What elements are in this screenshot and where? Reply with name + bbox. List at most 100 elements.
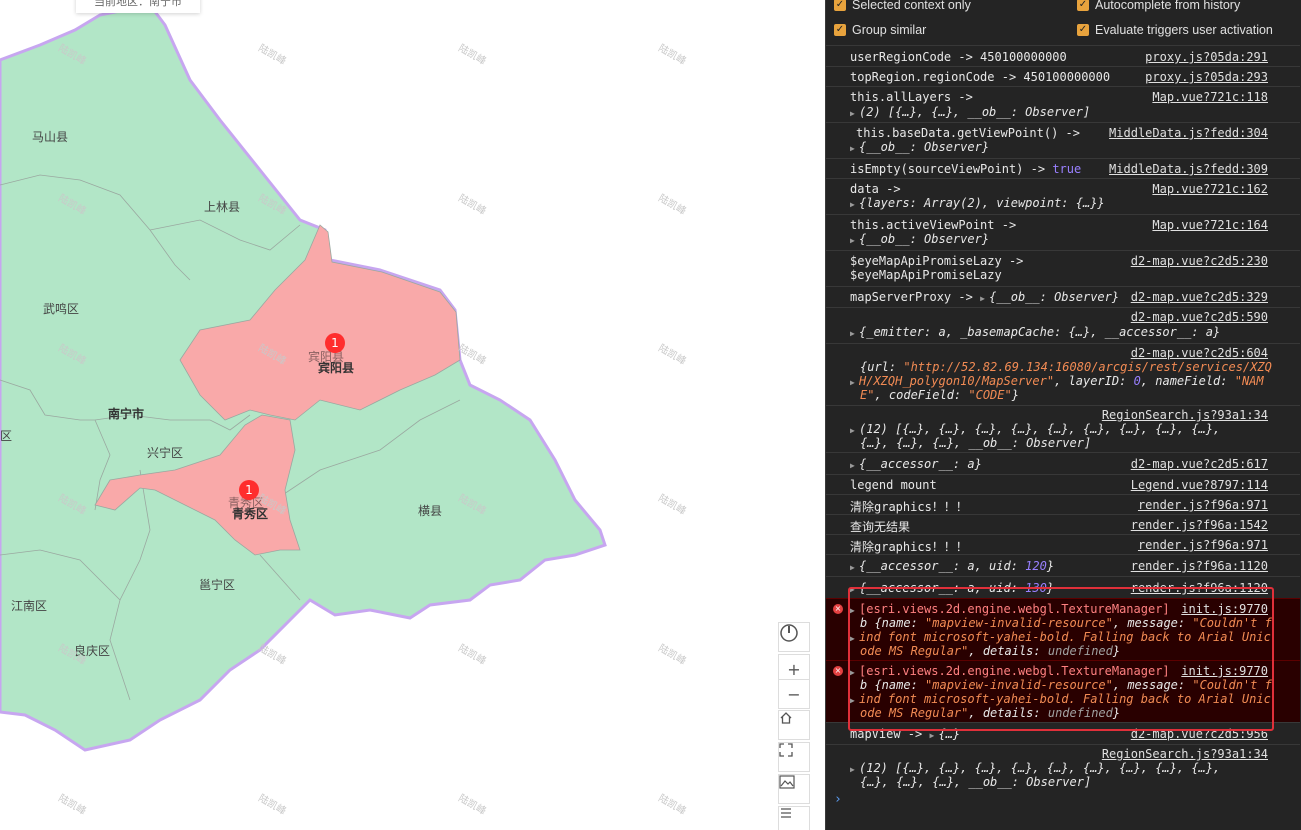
- source-link[interactable]: Map.vue?721c:162: [1152, 182, 1268, 196]
- expandable-object[interactable]: ▶ {__ob__: Observer}: [980, 290, 1119, 304]
- expandable-object[interactable]: ▶ {__ob__: Observer}: [850, 140, 989, 154]
- source-link[interactable]: MiddleData.js?fedd:309: [1109, 162, 1268, 176]
- autocomplete-option[interactable]: ✓ Autocomplete from history: [1077, 0, 1240, 12]
- expandable-object[interactable]: ▶ (2) [{…}, {…}, __ob__: Observer]: [850, 105, 1090, 119]
- source-link[interactable]: render.js?f96a:971: [1138, 538, 1268, 552]
- checkbox-checked-icon[interactable]: ✓: [834, 0, 846, 11]
- expandable-object[interactable]: ▶ [esri.views.2d.engine.webgl.TextureMana…: [850, 664, 1170, 678]
- console-message: 查询无结果 render.js?f96a:1542: [826, 514, 1300, 534]
- source-link[interactable]: d2-map.vue?c2d5:956: [1131, 727, 1268, 741]
- object-preview: (12) [{…}, {…}, {…}, {…}, {…}, {…}, {…},…: [859, 422, 1221, 436]
- expandable-object[interactable]: ▶ {…}: [929, 727, 960, 741]
- console-message: d2-map.vue?c2d5:590 ▶ {_emitter: a, _base…: [826, 307, 1300, 343]
- expandable-object[interactable]: ▶ ind font microsoft-yahei-bold. Falling …: [850, 630, 1271, 644]
- label-hengxian: 横县: [418, 504, 443, 518]
- expand-triangle-icon[interactable]: ▶: [850, 696, 859, 705]
- expand-triangle-icon[interactable]: ▶: [850, 765, 859, 774]
- checkbox-checked-icon[interactable]: ✓: [1077, 24, 1089, 36]
- expandable-object[interactable]: ▶ {_emitter: a, _basemapCache: {…}, __acc…: [850, 325, 1220, 339]
- source-link[interactable]: render.js?f96a:971: [1138, 498, 1268, 512]
- object-preview: {__accessor__: a}: [859, 457, 982, 471]
- label-mashan: 马山县: [32, 130, 69, 144]
- binyang-count-badge[interactable]: 1: [325, 333, 345, 353]
- console-message: mapView -> ▶ {…} d2-map.vue?c2d5:956: [826, 722, 1300, 744]
- group-similar-option[interactable]: ✓ Group similar: [834, 23, 926, 37]
- source-link[interactable]: render.js?f96a:1120: [1131, 581, 1268, 595]
- expand-triangle-icon[interactable]: ▶: [850, 563, 859, 572]
- source-link[interactable]: init.js:9770: [1181, 664, 1268, 678]
- source-link[interactable]: proxy.js?05da:291: [1145, 50, 1268, 64]
- selected-context-option[interactable]: ✓ Selected context only: [834, 0, 971, 12]
- evaluate-triggers-option[interactable]: ✓ Evaluate triggers user activation: [1077, 23, 1273, 37]
- source-link[interactable]: d2-map.vue?c2d5:590: [1131, 310, 1268, 324]
- message-text: this.allLayers ->: [850, 90, 973, 104]
- compass-button[interactable]: [778, 622, 810, 652]
- expandable-object[interactable]: ▶ {__ob__: Observer}: [850, 232, 989, 246]
- qingxiu-count-badge[interactable]: 1: [239, 480, 259, 500]
- source-link[interactable]: RegionSearch.js?93a1:34: [1102, 747, 1268, 761]
- layers-button[interactable]: [778, 806, 810, 830]
- source-link[interactable]: d2-map.vue?c2d5:230: [1131, 254, 1268, 268]
- string-value: ind font microsoft-yahei-bold. Falling b…: [859, 630, 1271, 644]
- object-preview: }: [1046, 559, 1055, 573]
- console-message: RegionSearch.js?93a1:34 ▶ (12) [{…}, {…},…: [826, 405, 1300, 452]
- source-link[interactable]: render.js?f96a:1120: [1131, 559, 1268, 573]
- source-link[interactable]: render.js?f96a:1542: [1131, 518, 1268, 532]
- expand-triangle-icon[interactable]: ▶: [850, 606, 859, 615]
- expandable-object[interactable]: ▶ [esri.views.2d.engine.webgl.TextureMana…: [850, 602, 1170, 616]
- label-xingning: 兴宁区: [147, 446, 184, 460]
- object-key: , nameField:: [1140, 374, 1235, 388]
- expand-triangle-icon[interactable]: ▶: [850, 329, 859, 338]
- source-link[interactable]: Legend.vue?8797:114: [1131, 478, 1268, 492]
- expand-triangle-icon[interactable]: ▶: [850, 144, 859, 153]
- source-link[interactable]: Map.vue?721c:164: [1152, 218, 1268, 232]
- expandable-object[interactable]: ▶ H/XZQH_polygon10/MapServer", layerID: 0…: [850, 374, 1264, 388]
- basemap-button[interactable]: [778, 774, 810, 804]
- string-value: "CODE": [968, 388, 1012, 402]
- object-preview: {_emitter: a, _basemapCache: {…}, __acce…: [859, 325, 1221, 339]
- source-link[interactable]: Map.vue?721c:118: [1152, 90, 1268, 104]
- expandable-object[interactable]: ▶ ind font microsoft-yahei-bold. Falling …: [850, 692, 1271, 706]
- source-link[interactable]: RegionSearch.js?93a1:34: [1102, 408, 1268, 422]
- expand-triangle-icon[interactable]: ▶: [850, 378, 859, 387]
- object-preview: {…}: [938, 727, 961, 741]
- expand-triangle-icon[interactable]: ▶: [980, 294, 989, 303]
- checkbox-checked-icon[interactable]: ✓: [1077, 0, 1089, 11]
- source-link[interactable]: d2-map.vue?c2d5:617: [1131, 457, 1268, 471]
- message-text: $eyeMapApiPromiseLazy: [850, 268, 1002, 282]
- home-button[interactable]: [778, 710, 810, 740]
- source-link[interactable]: MiddleData.js?fedd:304: [1109, 126, 1268, 140]
- expand-triangle-icon[interactable]: ▶: [850, 426, 859, 435]
- source-link[interactable]: d2-map.vue?c2d5:329: [1131, 290, 1268, 304]
- devtools-console[interactable]: ✓ Selected context only ✓ Autocomplete fro…: [825, 0, 1301, 830]
- expandable-object[interactable]: ▶ {__accessor__: a}: [850, 457, 982, 471]
- option-label: Group similar: [852, 23, 927, 37]
- expandable-object[interactable]: ▶ (12) [{…}, {…}, {…}, {…}, {…}, {…}, {…}…: [850, 422, 1220, 436]
- message-text: isEmpty(sourceViewPoint) -> true: [850, 162, 1081, 176]
- expand-triangle-icon[interactable]: ▶: [850, 461, 859, 470]
- zoom-out-button[interactable]: −: [778, 679, 810, 709]
- expand-triangle-icon[interactable]: ▶: [850, 668, 859, 677]
- expandable-object[interactable]: ▶ {__accessor__: a, uid: 130}: [850, 581, 1054, 595]
- source-link[interactable]: init.js:9770: [1181, 602, 1268, 616]
- source-link[interactable]: d2-map.vue?c2d5:604: [1131, 346, 1268, 360]
- checkbox-checked-icon[interactable]: ✓: [834, 24, 846, 36]
- object-preview: }: [1046, 581, 1055, 595]
- console-prompt[interactable]: ›: [834, 792, 842, 807]
- source-link[interactable]: proxy.js?05da:293: [1145, 70, 1268, 84]
- expandable-object[interactable]: ▶ {__accessor__: a, uid: 120}: [850, 559, 1054, 573]
- object-key: , message:: [1112, 678, 1193, 692]
- console-message: $eyeMapApiPromiseLazy -> d2-map.vue?c2d5…: [826, 250, 1300, 286]
- map-view[interactable]: 当前地区：南宁市 马山县 上林县 武鸣区 宾阳县 宾阳县 南宁市 兴宁区 区 青…: [0, 0, 825, 830]
- expand-triangle-icon[interactable]: ▶: [850, 634, 859, 643]
- console-message: this.activeViewPoint -> Map.vue?721c:164…: [826, 214, 1300, 250]
- console-message: 清除graphics！！！ render.js?f96a:971: [826, 534, 1300, 554]
- expandable-object[interactable]: ▶ (12) [{…}, {…}, {…}, {…}, {…}, {…}, {…}…: [850, 761, 1220, 775]
- fullscreen-button[interactable]: [778, 742, 810, 772]
- expand-triangle-icon[interactable]: ▶: [850, 585, 859, 594]
- expand-triangle-icon[interactable]: ▶: [850, 236, 859, 245]
- expand-triangle-icon[interactable]: ▶: [850, 200, 859, 209]
- expand-triangle-icon[interactable]: ▶: [850, 109, 859, 118]
- string-value: H/XZQH_polygon10/MapServer": [859, 374, 1055, 388]
- expandable-object[interactable]: ▶ {layers: Array(2), viewpoint: {…}}: [850, 196, 1105, 210]
